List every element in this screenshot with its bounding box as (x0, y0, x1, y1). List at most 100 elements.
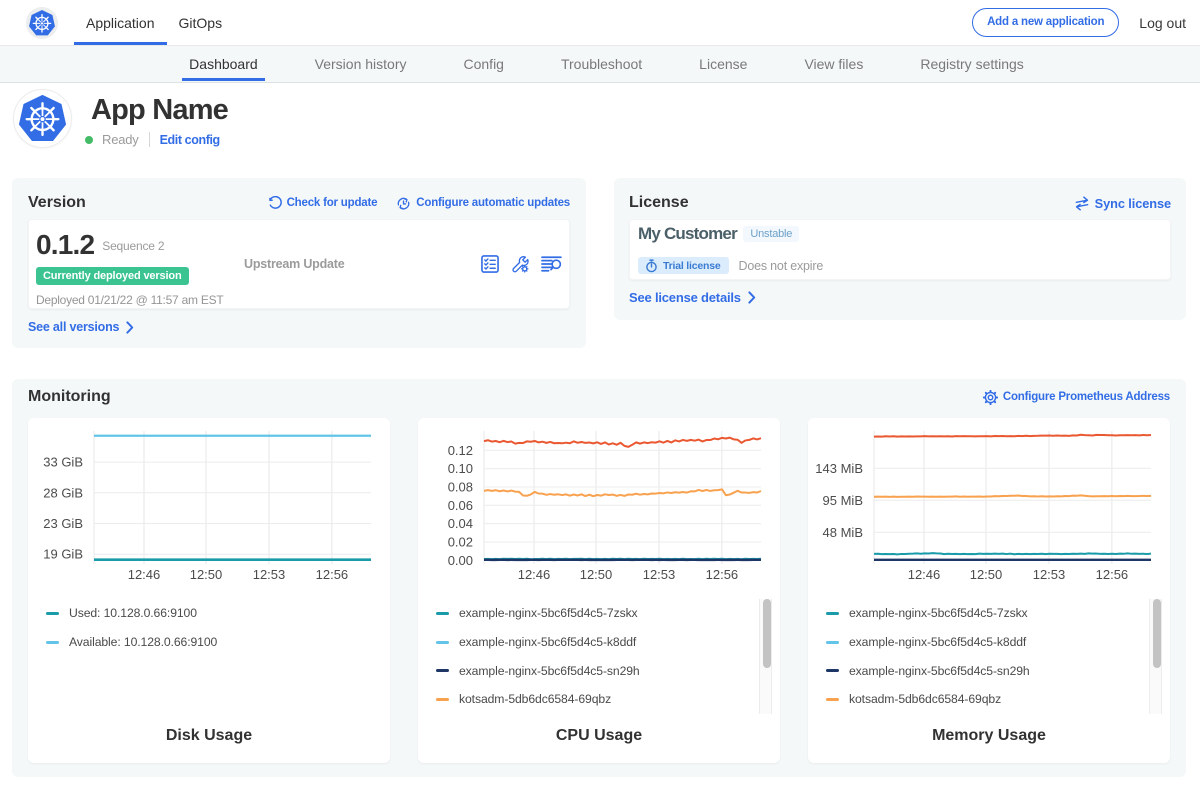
version-card: Version Check for update Configure autom… (12, 178, 586, 348)
legend-item[interactable]: example-nginx-5bc6f5d4c5-k8ddf (418, 628, 780, 657)
top-navbar: Application GitOps Add a new application… (0, 0, 1200, 46)
y-axis-tick-label: 0.04 (448, 516, 473, 531)
add-application-button[interactable]: Add a new application (972, 8, 1119, 37)
legend-label: example-nginx-5bc6f5d4c5-7zskx (459, 606, 638, 620)
divider (149, 132, 150, 147)
legend-label: Available: 10.128.0.66:9100 (69, 635, 217, 649)
x-axis-tick-label: 12:56 (706, 567, 739, 582)
sync-license-link[interactable]: Sync license (1074, 196, 1171, 211)
deployed-badge: Currently deployed version (36, 267, 189, 285)
series-line (484, 438, 761, 447)
legend-dash (46, 612, 59, 615)
trial-license-label: Trial license (663, 260, 721, 272)
trial-clock-icon (645, 259, 658, 273)
license-card: License Sync license My Customer Unstabl… (614, 178, 1186, 320)
y-axis-tick-label: 48 MiB (823, 525, 863, 540)
preflight-checks-button[interactable] (481, 255, 499, 273)
legend-label: example-nginx-5bc6f5d4c5-sn29h (459, 664, 640, 678)
chart-plot: 143 MiB95 MiB48 MiB12:4612:5012:5312:56 (808, 418, 1170, 588)
subnav-dashboard[interactable]: Dashboard (182, 46, 265, 82)
check-for-update-link[interactable]: Check for update (268, 196, 378, 210)
x-axis-tick-label: 12:53 (1033, 567, 1066, 582)
series-line (874, 553, 1151, 554)
tab-application[interactable]: Application (74, 0, 167, 45)
deploy-logs-button[interactable] (541, 256, 562, 273)
x-axis-tick-label: 12:50 (970, 567, 1003, 582)
x-axis-tick-label: 12:53 (253, 567, 286, 582)
see-license-details-label: See license details (629, 290, 741, 305)
check-update-icon (268, 196, 282, 210)
automatic-updates-icon (396, 196, 411, 211)
series-line (874, 495, 1151, 496)
graph-title: CPU Usage (418, 727, 780, 745)
x-axis-tick-label: 12:56 (1096, 567, 1129, 582)
legend-dash (46, 641, 59, 644)
gear-icon (983, 390, 998, 405)
legend-label: kotsadm-5db6dc6584-69qbz (459, 692, 611, 706)
y-axis-tick-label: 0.02 (448, 535, 473, 550)
y-axis-tick-label: 19 GiB (43, 547, 83, 562)
legend-dash (436, 641, 449, 644)
check-for-update-label: Check for update (287, 197, 378, 209)
view-config-button[interactable] (511, 255, 530, 273)
y-axis-tick-label: 0.06 (448, 498, 473, 513)
disk-usage-graph-card: 33 GiB28 GiB23 GiB19 GiB12:4612:5012:531… (28, 418, 390, 763)
topnav-right: Add a new application Log out (972, 8, 1186, 37)
kubernetes-logo-icon (28, 9, 56, 37)
version-card-title: Version (28, 194, 86, 212)
charts-row: 33 GiB28 GiB23 GiB19 GiB12:4612:5012:531… (28, 418, 1170, 763)
deployed-timestamp: Deployed 01/21/22 @ 11:57 am EST (36, 293, 244, 307)
series-line (874, 435, 1151, 437)
y-axis-tick-label: 28 GiB (43, 485, 83, 500)
status-dot (85, 136, 93, 144)
y-axis-tick-label: 0.10 (448, 461, 473, 476)
legend-item[interactable]: Used: 10.128.0.66:9100 (28, 599, 390, 628)
configure-automatic-updates-link[interactable]: Configure automatic updates (396, 196, 570, 211)
license-card-title: License (629, 194, 689, 212)
app-status-text: Ready (102, 132, 139, 147)
x-axis-tick-label: 12:46 (128, 567, 161, 582)
legend-scrollbar-thumb[interactable] (763, 599, 771, 668)
subnav-license[interactable]: License (692, 46, 754, 82)
brand-logo[interactable] (26, 7, 58, 39)
chevron-right-icon (126, 321, 134, 334)
legend-label: example-nginx-5bc6f5d4c5-sn29h (849, 664, 1030, 678)
logout-link[interactable]: Log out (1139, 15, 1186, 31)
configure-prometheus-link[interactable]: Configure Prometheus Address (983, 390, 1170, 405)
legend-item[interactable]: example-nginx-5bc6f5d4c5-sn29h (808, 656, 1170, 685)
version-number: 0.1.2 (36, 232, 94, 258)
subnav-troubleshoot[interactable]: Troubleshoot (554, 46, 649, 82)
legend-scrollbar[interactable] (759, 599, 772, 714)
subnav-view-files[interactable]: View files (797, 46, 870, 82)
legend-item[interactable]: example-nginx-5bc6f5d4c5-k8ddf (808, 628, 1170, 657)
legend-dash (436, 698, 449, 701)
legend-item[interactable]: Available: 10.128.0.66:9100 (28, 628, 390, 657)
app-name-title: App Name (91, 96, 228, 125)
legend-dash (436, 612, 449, 615)
subnav-config[interactable]: Config (457, 46, 511, 82)
upstream-update-label: Upstream Update (244, 257, 345, 271)
legend-dash (826, 641, 839, 644)
chart-plot: 0.120.100.080.060.040.020.0012:4612:5012… (418, 418, 780, 588)
legend-scrollbar-thumb[interactable] (1153, 599, 1161, 668)
legend-scrollbar[interactable] (1149, 599, 1162, 714)
configure-prometheus-label: Configure Prometheus Address (1003, 391, 1170, 403)
current-version-box: 0.1.2 Sequence 2 Currently deployed vers… (28, 219, 570, 309)
edit-config-link[interactable]: Edit config (160, 133, 220, 147)
subnav-version-history[interactable]: Version history (308, 46, 414, 82)
tab-gitops[interactable]: GitOps (167, 0, 235, 45)
chart-legend: example-nginx-5bc6f5d4c5-7zskx example-ng… (418, 599, 780, 714)
legend-label: kotsadm-5db6dc6584-69qbz (849, 692, 1001, 706)
legend-item[interactable]: example-nginx-5bc6f5d4c5-7zskx (808, 599, 1170, 628)
see-license-details-link[interactable]: See license details (629, 290, 756, 305)
legend-dash (826, 669, 839, 672)
legend-item[interactable]: example-nginx-5bc6f5d4c5-7zskx (418, 599, 780, 628)
legend-item[interactable]: example-nginx-5bc6f5d4c5-sn29h (418, 656, 780, 685)
subnav-registry-settings[interactable]: Registry settings (913, 46, 1030, 82)
legend-item[interactable]: kotsadm-5db6dc6584-69qbz (418, 685, 780, 714)
see-all-versions-link[interactable]: See all versions (28, 320, 134, 334)
preflight-checklist-icon (481, 255, 499, 273)
graph-title: Memory Usage (808, 727, 1170, 745)
legend-item[interactable]: kotsadm-5db6dc6584-69qbz (808, 685, 1170, 714)
cpu-usage-graph-card: 0.120.100.080.060.040.020.0012:4612:5012… (418, 418, 780, 763)
